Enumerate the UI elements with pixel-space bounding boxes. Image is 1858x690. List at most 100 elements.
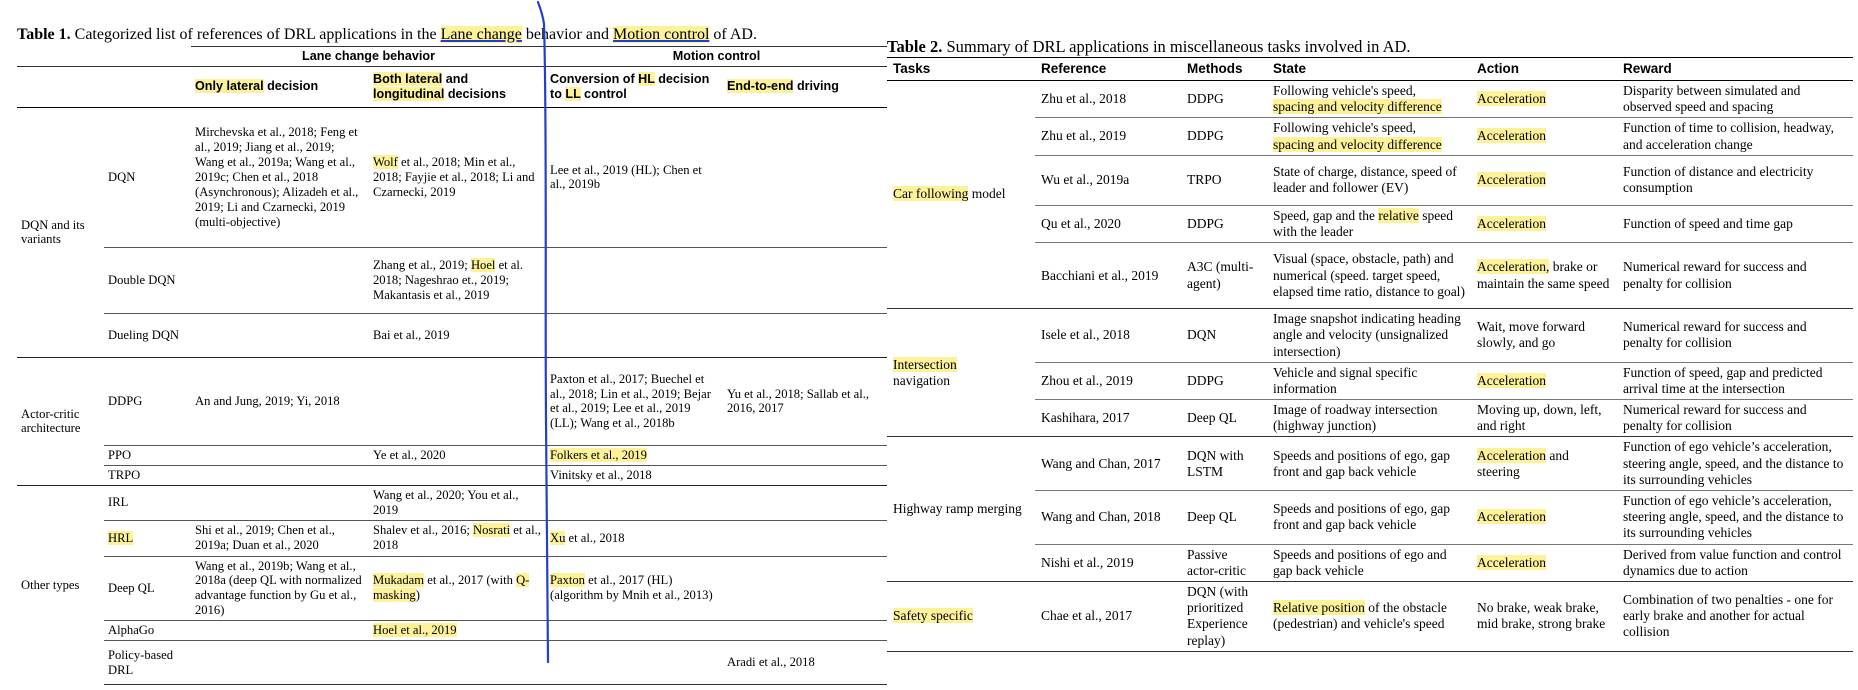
cell: Passive actor-critic <box>1181 544 1267 582</box>
table-row: Policy-based DRL Aradi et al., 2018 <box>17 640 887 686</box>
cell: Paxton et al., 2017 (HL) (algorithm by M… <box>546 555 723 621</box>
hl-lane-change: Lane change <box>440 26 522 43</box>
cell: Shi et al., 2019; Chen et al., 2019a; Du… <box>191 519 369 557</box>
cell: DDPG <box>1181 80 1267 119</box>
cell: Wang and Chan, 2018 <box>1035 490 1181 545</box>
algo-name: PPO <box>104 444 191 466</box>
table-row: DQN and its variants DQN Mirchevska et a… <box>17 107 887 247</box>
algo-name: Double DQN <box>104 246 191 314</box>
cell: Bacchiani et al., 2019 <box>1035 242 1181 310</box>
table-row: Intersection navigation Isele et al., 201… <box>887 308 1853 438</box>
cell: Function of ego vehicle’s acceleration, … <box>1617 490 1853 545</box>
table1-group-header: Lane change behavior Motion control <box>17 46 887 67</box>
cell: Derived from value function and control … <box>1617 544 1853 582</box>
cell <box>191 246 369 314</box>
cell: Deep QL <box>1181 490 1267 545</box>
cell: Bai et al., 2019 <box>369 312 546 358</box>
header-methods: Methods <box>1181 57 1267 81</box>
table1-title: Table 1. Categorized list of references … <box>17 26 757 43</box>
cell <box>723 246 887 314</box>
table-row: Other types IRL Wang et al., 2020; You e… <box>17 484 887 685</box>
cell: Function of time to collision, headway, … <box>1617 117 1853 156</box>
header-state: State <box>1267 57 1471 81</box>
cell: Mirchevska et al., 2018; Feng et al., 20… <box>195 125 359 229</box>
cell: A3C (multi-agent) <box>1181 242 1267 310</box>
cell: Zhou et al., 2019 <box>1035 362 1181 401</box>
cell <box>191 444 369 466</box>
cell: Image of roadway intersection (highway j… <box>1267 399 1471 438</box>
task-safety-specific: Safety specific <box>887 580 1035 652</box>
cell: Combination of two penalties - one for e… <box>1617 580 1853 652</box>
cell: Visual (space, obstacle, path) and numer… <box>1267 242 1471 310</box>
task-intersection: Intersection navigation <box>887 308 1035 438</box>
algo-name: AlphaGo <box>104 620 191 641</box>
cell: DDPG <box>1181 117 1267 156</box>
table-row: Car following model Zhu et al., 2018 DDP… <box>887 80 1853 310</box>
cell: Wu et al., 2019a <box>1035 155 1181 206</box>
cell: Hoel et al., 2019 <box>369 620 546 641</box>
table2-header: Tasks Reference Methods State Action Rew… <box>887 57 1853 81</box>
cell: Kashihara, 2017 <box>1035 399 1181 438</box>
cell: Disparity between simulated and observed… <box>1617 80 1853 119</box>
cell: DQN (with prioritized Experience replay) <box>1181 580 1267 652</box>
table-row: AlphaGo Hoel et al., 2019 <box>17 620 887 641</box>
group-lane-change: Lane change behavior <box>191 46 546 67</box>
algo-name: Dueling DQN <box>104 312 191 358</box>
cell: Ye et al., 2020 <box>369 444 546 466</box>
table-row: Double DQN Zhang et al., 2019; Hoel et a… <box>17 246 887 314</box>
category-other: Other types <box>17 484 104 685</box>
cell: Acceleration <box>1471 205 1617 244</box>
header-tasks: Tasks <box>887 57 1035 81</box>
cell <box>369 464 546 486</box>
cell: Nishi et al., 2019 <box>1035 544 1181 582</box>
cell: Chae et al., 2017 <box>1035 580 1181 652</box>
cell <box>369 356 546 446</box>
task-highway-merging: Highway ramp merging <box>887 436 1035 582</box>
cell <box>723 312 887 358</box>
task-car-following: Car following model <box>887 80 1035 310</box>
cell <box>723 620 887 641</box>
col-end-to-end: End-to-end driving <box>723 66 887 108</box>
cell: Zhu et al., 2019 <box>1035 117 1181 156</box>
cell: Xu et al., 2018 <box>546 519 723 557</box>
cell: Numerical reward for success and penalty… <box>1617 308 1853 363</box>
cell: DDPG <box>1181 205 1267 244</box>
cell: Mukadam et al., 2017 (with Q-masking) <box>369 555 546 621</box>
cell: Folkers et al., 2019 <box>546 444 723 466</box>
cell: Zhu et al., 2018 <box>1035 80 1181 119</box>
cell <box>191 620 369 641</box>
col-both: Both lateral and longitudinal decisions <box>369 66 546 108</box>
cell: Relative position of the obstacle (pedes… <box>1267 580 1471 652</box>
cell: Lee et al., 2019 (HL); Chen et al., 2019… <box>550 162 702 192</box>
cell <box>191 464 369 486</box>
cell: Function of ego vehicle’s acceleration, … <box>1617 436 1853 491</box>
table-row: HRL Shi et al., 2019; Chen et al., 2019a… <box>17 519 887 557</box>
cell <box>369 640 546 686</box>
cell <box>723 444 887 466</box>
hl-motion-control: Motion control <box>612 26 710 43</box>
cell <box>546 246 723 314</box>
table1: Lane change behavior Motion control Only… <box>17 46 887 686</box>
cell <box>723 555 887 621</box>
header-reference: Reference <box>1035 57 1181 81</box>
cell: Wang et al., 2020; You et al., 2019 <box>369 484 546 521</box>
table-row: TRPO Vinitsky et al., 2018 <box>17 464 887 486</box>
cell: Yu et al., 2018; Sallab et al., 2016, 20… <box>723 356 887 446</box>
cell: Following vehicle's speed, spacing and ve… <box>1267 117 1471 156</box>
category-dqn: DQN and its variants <box>21 217 85 247</box>
cell: DQN with LSTM <box>1181 436 1267 491</box>
cell <box>191 484 369 521</box>
cell: Numerical reward for success and penalty… <box>1617 242 1853 310</box>
header-reward: Reward <box>1617 57 1853 81</box>
cell: State of charge, distance, speed of lead… <box>1267 155 1471 206</box>
table-row: Safety specific Chae et al., 2017 DQN (w… <box>887 580 1853 652</box>
cell: Function of distance and electricity con… <box>1617 155 1853 206</box>
cell: Speeds and positions of ego, gap front a… <box>1267 436 1471 491</box>
table-row: Deep QL Wang et al., 2019b; Wang et al.,… <box>17 555 887 621</box>
cell: Aradi et al., 2018 <box>723 640 887 686</box>
header-action: Action <box>1471 57 1617 81</box>
cell: Qu et al., 2020 <box>1035 205 1181 244</box>
cell: Acceleration and steering <box>1471 436 1617 491</box>
cell: Deep QL <box>1181 399 1267 438</box>
cell: DDPG <box>1181 362 1267 401</box>
